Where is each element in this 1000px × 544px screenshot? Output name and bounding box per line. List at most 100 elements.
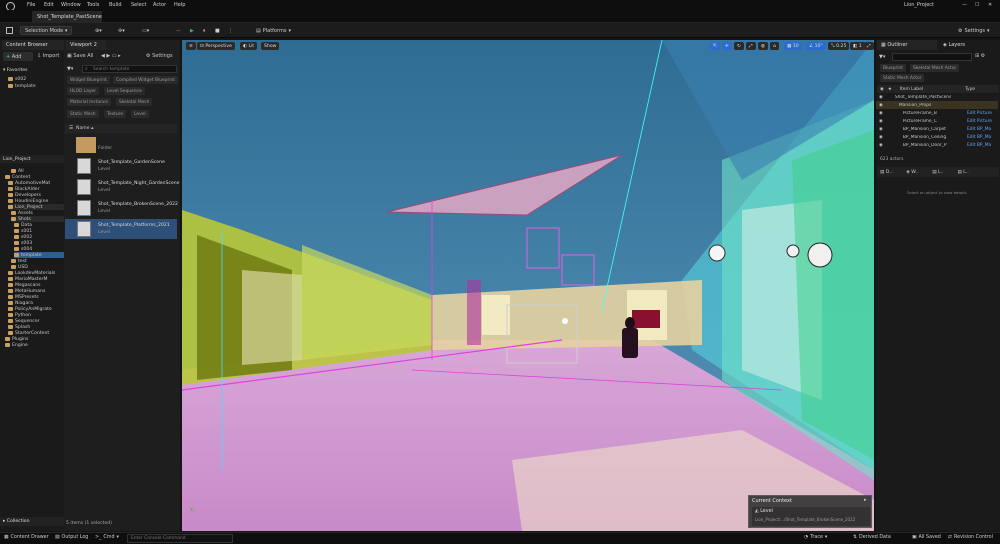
close-icon[interactable]: ✕ bbox=[988, 2, 992, 8]
select-tool-icon[interactable]: ⇱ bbox=[710, 42, 720, 50]
derived-data-button[interactable]: ⇅ Derived Data bbox=[853, 535, 891, 540]
visibility-icon[interactable]: ◉ bbox=[879, 95, 883, 100]
level-asset-item[interactable]: Shot_Template_Night_GardenScene Level bbox=[65, 177, 179, 197]
stop-icon[interactable]: ■ bbox=[215, 26, 220, 35]
level-asset-item[interactable]: Shot_Template_BrokenScene_2022 Level bbox=[65, 198, 178, 218]
layers-tab[interactable]: ◈ Layers bbox=[939, 40, 997, 50]
outliner-item-type[interactable]: Edit BP_Ma bbox=[967, 135, 991, 140]
visibility-icon[interactable]: ◉ bbox=[879, 143, 883, 148]
level-asset-item[interactable]: Shot_Template_GardenScene Level bbox=[65, 156, 177, 176]
cinematics-icon[interactable]: ▭▾ bbox=[142, 26, 149, 35]
move-tool-icon[interactable]: ✛ bbox=[722, 42, 732, 50]
angle-snap-value[interactable]: ∠ 10° bbox=[806, 42, 826, 50]
outliner-item-type[interactable]: Edit BP_Ma bbox=[967, 143, 991, 148]
add-button[interactable]: + Add bbox=[3, 52, 33, 61]
play-icon[interactable]: ▶ bbox=[190, 26, 194, 35]
cmd-dropdown[interactable]: >_ Cmd ▾ bbox=[95, 535, 119, 540]
maximize-viewport-icon[interactable]: ⤢ bbox=[864, 42, 874, 50]
project-tree-title[interactable]: Lion_Project bbox=[3, 156, 31, 162]
add-actor-icon[interactable]: ⊕▾ bbox=[95, 26, 102, 35]
console-input[interactable]: Enter Console Command bbox=[127, 534, 233, 543]
save-all-button[interactable]: ▣ Save All bbox=[67, 53, 93, 59]
level-viewport[interactable]: ≡ ⊡ Perspective ◐ Lit Show ⇱ ✛ ↻ ⤢ ◍ ⌂ ▦… bbox=[182, 40, 874, 531]
filter-chip[interactable]: Skeletal Mesh bbox=[116, 98, 153, 106]
outliner-tab[interactable]: ▦ Outliner bbox=[877, 40, 937, 50]
scale-snap-value[interactable]: ⤡ 0.25 bbox=[828, 42, 850, 50]
content-settings-button[interactable]: ⚙ Settings bbox=[146, 53, 173, 59]
grid-snap-value[interactable]: ▦ 10 bbox=[784, 42, 802, 50]
surface-snap-icon[interactable]: ⌂ bbox=[770, 42, 779, 50]
outliner-item-type[interactable]: Edit BP_Ma bbox=[967, 127, 991, 132]
outliner-row[interactable]: ◉ Shot_Template_PastScene (Editor) bbox=[876, 93, 998, 101]
menu-select[interactable]: Select bbox=[131, 2, 146, 8]
lit-dropdown[interactable]: ◐ Lit bbox=[240, 42, 258, 50]
visibility-icon[interactable]: ◉ bbox=[879, 103, 883, 108]
revision-control-button[interactable]: ⇄ Revision Control bbox=[948, 535, 993, 540]
outliner-filter-chip[interactable]: Blueprint bbox=[880, 64, 907, 72]
visibility-icon[interactable]: ◉ bbox=[879, 111, 883, 116]
outliner-item-type[interactable]: Edit Picture bbox=[967, 111, 992, 116]
filter-chip[interactable]: Widget Blueprint bbox=[67, 76, 110, 84]
perspective-dropdown[interactable]: ⊡ Perspective bbox=[197, 42, 235, 50]
show-dropdown[interactable]: Show bbox=[261, 42, 280, 50]
filter-icon[interactable]: ▼▾ bbox=[67, 66, 73, 72]
menu-build[interactable]: Build bbox=[109, 2, 122, 8]
outliner-row[interactable]: ◉ PictureFrame_C Edit Picture bbox=[876, 117, 998, 125]
filter-chip[interactable]: HLOD Layer bbox=[67, 87, 100, 95]
favorite-item[interactable]: s002 bbox=[8, 76, 26, 82]
outliner-row[interactable]: ◉ BP_Mansion_Carpet Edit BP_Ma bbox=[876, 125, 998, 133]
history-back-icon[interactable]: ◀ ▶ ▭ ▸ bbox=[101, 53, 121, 59]
outliner-search-input[interactable] bbox=[892, 53, 972, 61]
details-tab-2[interactable]: ▤ L.. bbox=[932, 170, 943, 175]
pause-icon[interactable]: ⏸ bbox=[203, 26, 206, 35]
selection-mode-dropdown[interactable]: Selection Mode ▾ bbox=[20, 26, 73, 35]
snap-icon[interactable]: ⋯ bbox=[176, 26, 181, 35]
outliner-filter-chip[interactable]: Skeletal Mesh Actor bbox=[910, 64, 960, 72]
outliner-filter-chip[interactable]: Static Mesh Actor bbox=[880, 74, 925, 82]
maximize-icon[interactable]: ☐ bbox=[975, 2, 979, 8]
menu-file[interactable]: File bbox=[27, 2, 35, 8]
context-collapse-icon[interactable]: ▸ bbox=[864, 497, 867, 503]
save-icon[interactable] bbox=[6, 26, 13, 35]
outliner-filter-icon[interactable]: ▼▾ bbox=[879, 54, 885, 60]
visibility-icon[interactable]: ◉ bbox=[879, 135, 883, 140]
details-tab-3[interactable]: ▤ L.. bbox=[957, 170, 968, 175]
all-saved-button[interactable]: ▣ All Saved bbox=[912, 535, 941, 540]
favorite-item[interactable]: template bbox=[8, 83, 36, 89]
import-button[interactable]: ⇩ Import bbox=[37, 53, 59, 59]
rotate-tool-icon[interactable]: ↻ bbox=[734, 42, 744, 50]
visibility-icon[interactable]: ◉ bbox=[879, 119, 883, 124]
output-log-button[interactable]: ▤ Output Log bbox=[55, 535, 88, 540]
platforms-dropdown[interactable]: ▤ Platforms ▾ bbox=[256, 26, 291, 35]
minimize-icon[interactable]: — bbox=[962, 2, 967, 8]
name-column-header[interactable]: Name bbox=[76, 126, 90, 131]
world-space-icon[interactable]: ◍ bbox=[758, 42, 769, 50]
world-settings-tab[interactable]: ◈ W.. bbox=[906, 170, 918, 175]
settings-dropdown[interactable]: ⚙ Settings ▾ bbox=[958, 26, 990, 35]
content-drawer-button[interactable]: ▦ Content Drawer bbox=[4, 535, 49, 540]
level-asset-item[interactable]: Shot_Template_Platforms_2021 Level bbox=[65, 219, 177, 239]
menu-edit[interactable]: Edit bbox=[44, 2, 54, 8]
favorites-header[interactable]: ▾ Favorites bbox=[3, 67, 28, 73]
type-column[interactable]: Type bbox=[965, 87, 975, 92]
menu-tools[interactable]: Tools bbox=[87, 2, 99, 8]
filter-chip[interactable]: Level bbox=[131, 110, 149, 118]
scale-tool-icon[interactable]: ⤢ bbox=[746, 42, 756, 50]
filter-chip[interactable]: Texture bbox=[104, 110, 127, 118]
menu-window[interactable]: Window bbox=[61, 2, 81, 8]
filter-chip[interactable]: Level Sequence bbox=[104, 87, 145, 95]
visibility-icon[interactable]: ◉ bbox=[880, 87, 884, 92]
item-label-column[interactable]: Item Label bbox=[900, 87, 923, 92]
filter-chip[interactable]: Static Mesh bbox=[67, 110, 99, 118]
outliner-row[interactable]: ◉ BP_Mansion_Door_P Edit BP_Ma bbox=[876, 141, 998, 149]
menu-help[interactable]: Help bbox=[174, 2, 185, 8]
outliner-row[interactable]: ◉ Mansion_Props bbox=[876, 101, 998, 109]
viewport2-tab[interactable]: Viewport 2 bbox=[66, 40, 106, 50]
document-tab[interactable]: Shot_Template_PastScene bbox=[32, 11, 102, 23]
filter-chip[interactable]: Compiled Widget Blueprint bbox=[113, 76, 179, 84]
menu-actor[interactable]: Actor bbox=[153, 2, 166, 8]
folder-list-item[interactable]: Folder bbox=[65, 135, 177, 155]
filter-chip[interactable]: Material Instance bbox=[67, 98, 111, 106]
collection-header[interactable]: ▸ Collection bbox=[3, 518, 30, 524]
search-input[interactable]: Search template bbox=[82, 65, 177, 73]
